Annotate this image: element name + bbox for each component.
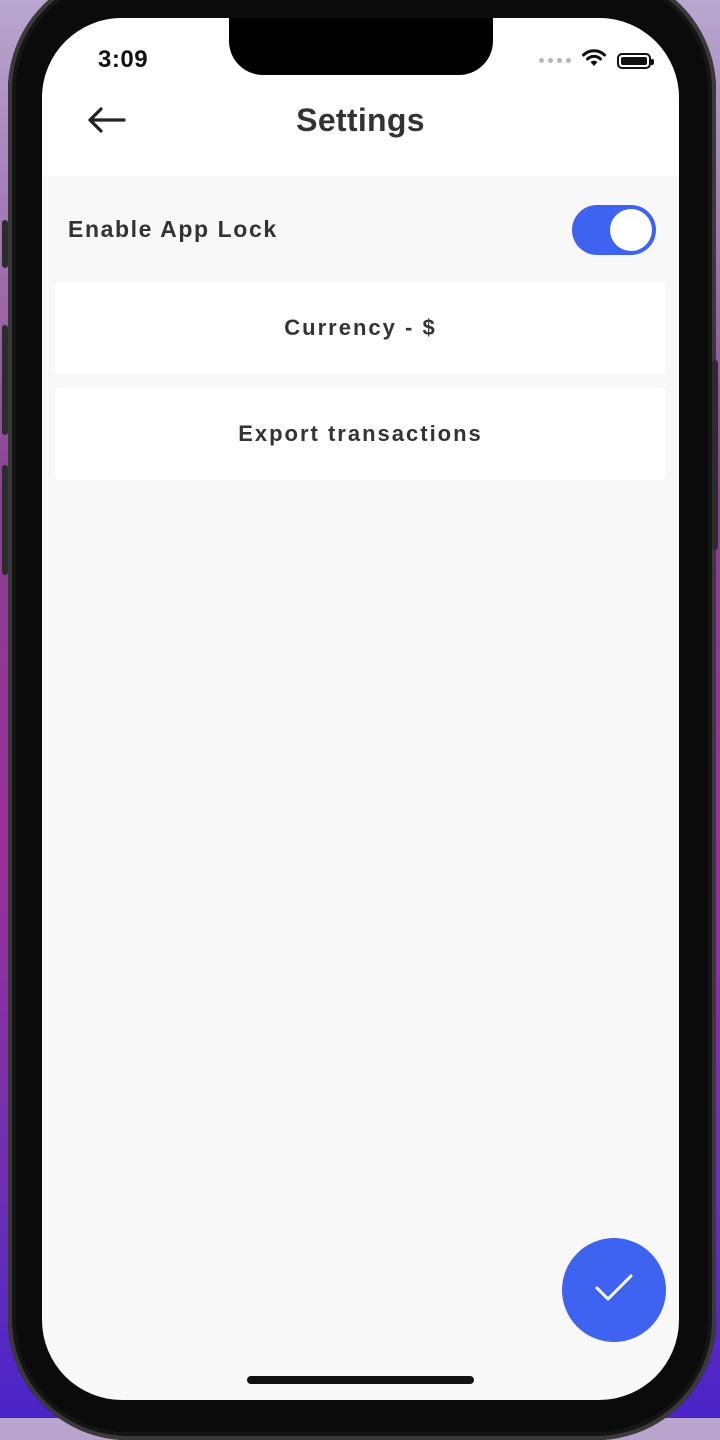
mute-switch bbox=[2, 220, 8, 268]
battery-icon bbox=[617, 52, 654, 69]
volume-up-button bbox=[2, 325, 8, 435]
app-screen: 3:09 Settings Enable App Lock Currency -… bbox=[42, 18, 679, 1400]
toggle-knob bbox=[610, 209, 652, 251]
app-lock-toggle[interactable] bbox=[572, 205, 656, 255]
export-transactions-button[interactable]: Export transactions bbox=[55, 388, 666, 480]
app-lock-label: Enable App Lock bbox=[68, 216, 278, 242]
home-indicator bbox=[247, 1376, 474, 1384]
save-fab-button[interactable] bbox=[562, 1238, 666, 1342]
power-button bbox=[712, 360, 718, 550]
export-transactions-label: Export transactions bbox=[238, 421, 483, 446]
cellular-dots-icon bbox=[539, 58, 571, 63]
currency-setting-label: Currency - $ bbox=[284, 315, 437, 340]
wifi-icon bbox=[581, 48, 607, 73]
notch bbox=[229, 18, 493, 75]
app-lock-row: Enable App Lock bbox=[42, 194, 679, 268]
volume-down-button bbox=[2, 465, 8, 575]
status-time: 3:09 bbox=[98, 46, 149, 73]
checkmark-icon bbox=[594, 1272, 634, 1309]
page-title: Settings bbox=[296, 102, 425, 138]
status-icons bbox=[539, 48, 654, 73]
currency-setting-button[interactable]: Currency - $ bbox=[55, 282, 666, 374]
